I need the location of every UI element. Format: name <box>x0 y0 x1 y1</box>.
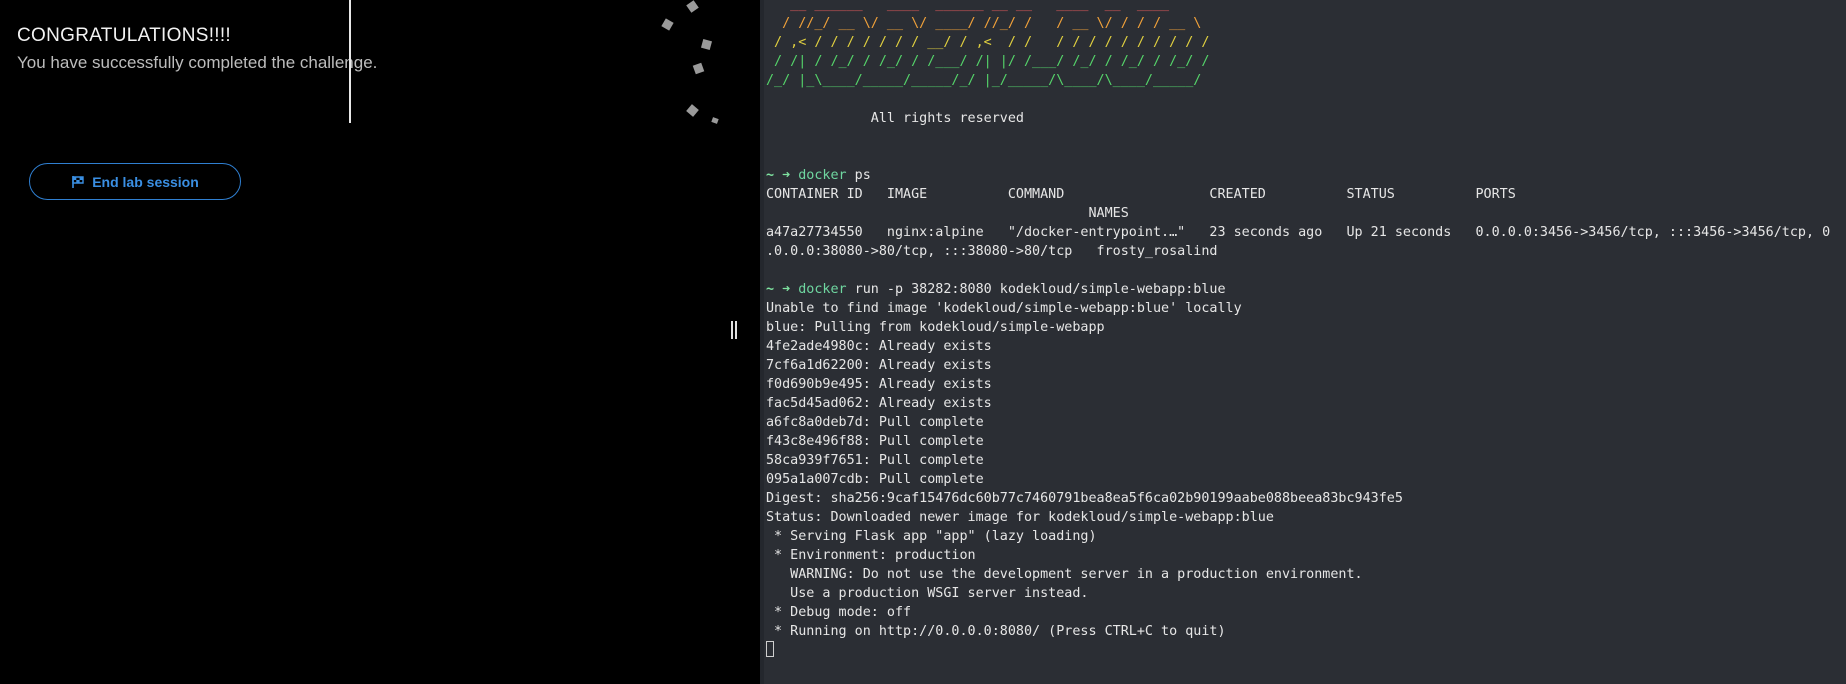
confetti-piece <box>661 18 674 31</box>
end-lab-session-button[interactable]: End lab session <box>29 163 241 200</box>
banner-line: / //_/ __ \/ __ \/ ____/ //_/ / / __ \/ … <box>766 16 1202 31</box>
terminal-cursor <box>766 641 774 657</box>
output-line: Digest: sha256:9caf15476dc60b77c7460791b… <box>766 491 1403 506</box>
output-line: a6fc8a0deb7d: Pull complete <box>766 415 984 430</box>
command-args: run -p 38282:8080 kodekloud/simple-webap… <box>846 282 1226 297</box>
output-line: 58ca939f7651: Pull complete <box>766 453 984 468</box>
completion-message: You have successfully completed the chal… <box>17 53 378 72</box>
congratulations-panel: CONGRATULATIONS!!!! You have successfull… <box>0 0 760 684</box>
output-line: * Serving Flask app "app" (lazy loading) <box>766 529 1097 544</box>
command-name: docker <box>798 168 847 183</box>
output-line: blue: Pulling from kodekloud/simple-weba… <box>766 320 1105 335</box>
output-line: WARNING: Do not use the development serv… <box>766 567 1363 582</box>
command-args: ps <box>846 168 871 183</box>
confetti-piece <box>700 38 713 51</box>
output-line: Use a production WSGI server instead. <box>766 586 1089 601</box>
end-lab-session-label: End lab session <box>92 173 199 190</box>
confetti-piece <box>711 117 719 124</box>
banner-line: / ,< / / / / / / / __/ / ,< / / / / / / … <box>766 35 1210 50</box>
flag-icon <box>72 175 84 188</box>
confetti-piece <box>686 104 699 117</box>
ps-row: a47a27734550 nginx:alpine "/docker-entry… <box>766 225 1831 240</box>
ps-header: CONTAINER ID IMAGE COMMAND CREATED STATU… <box>766 187 1516 202</box>
output-line: 4fe2ade4980c: Already exists <box>766 339 992 354</box>
ps-row: .0.0.0:38080->80/tcp, :::38080->80/tcp f… <box>766 244 1218 259</box>
confetti-piece <box>692 62 705 75</box>
output-line: f0d690b9e495: Already exists <box>766 377 992 392</box>
banner-line: / /| / /_/ / /_/ / /___/ /| |/ /___/ /_/… <box>766 54 1210 69</box>
prompt-symbol: ~ ➜ <box>766 168 799 183</box>
terminal-panel[interactable]: __ ______ ____ ______ __ __ ____ __ ____… <box>764 0 1846 684</box>
output-line: 095a1a007cdb: Pull complete <box>766 472 984 487</box>
output-line: * Environment: production <box>766 548 976 563</box>
congratulations-title: CONGRATULATIONS!!!! <box>17 25 232 46</box>
output-line: * Debug mode: off <box>766 605 912 620</box>
output-line: * Running on http://0.0.0.0:8080/ (Press… <box>766 624 1226 639</box>
confetti-piece <box>686 0 699 13</box>
divider-line <box>349 0 351 123</box>
command-name: docker <box>798 282 847 297</box>
output-line: Status: Downloaded newer image for kodek… <box>766 510 1274 525</box>
panel-resize-handle[interactable] <box>731 321 741 339</box>
terminal-output: __ ______ ____ ______ __ __ ____ __ ____… <box>766 0 1830 660</box>
output-line: f43c8e496f88: Pull complete <box>766 434 984 449</box>
prompt-symbol: ~ ➜ <box>766 282 799 297</box>
output-line: 7cf6a1d62200: Already exists <box>766 358 992 373</box>
banner-line: __ ______ ____ ______ __ __ ____ __ ____ <box>766 0 1170 12</box>
banner-line: /_/ |_\____/_____/_____/_/ |_/_____/\___… <box>766 73 1202 88</box>
output-line: Unable to find image 'kodekloud/simple-w… <box>766 301 1242 316</box>
rights-text: All rights reserved <box>766 111 1024 126</box>
ps-header: NAMES <box>766 206 1129 221</box>
output-line: fac5d45ad062: Already exists <box>766 396 992 411</box>
